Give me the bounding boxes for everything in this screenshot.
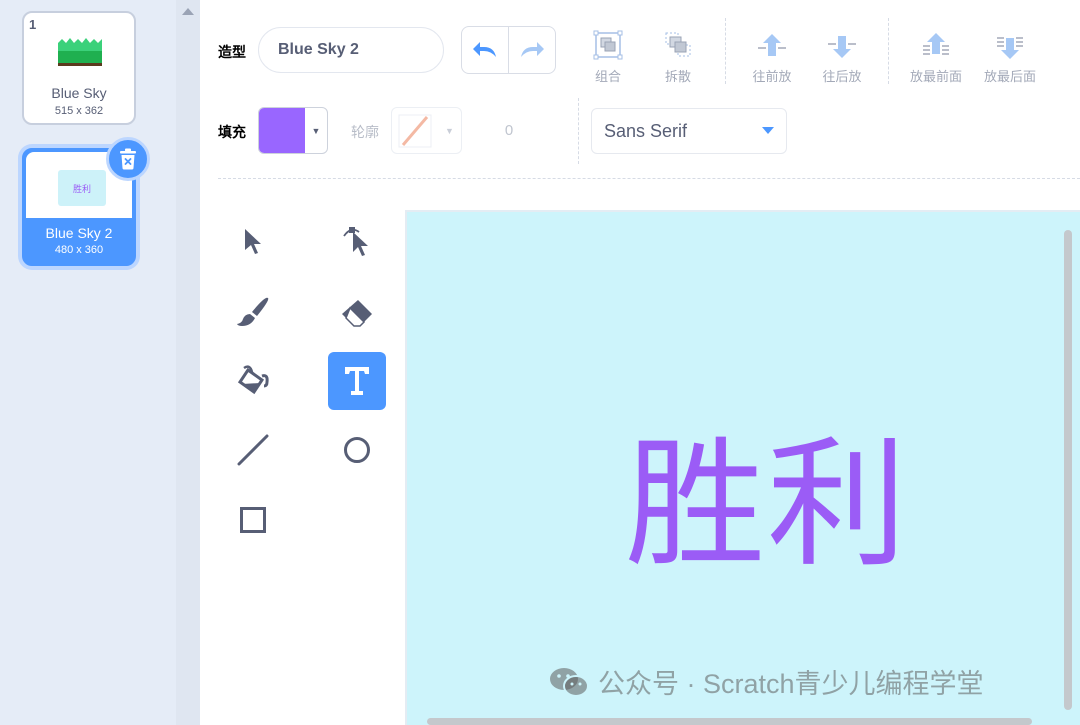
redo-button[interactable] [509, 27, 555, 73]
costume-name: Blue Sky [51, 85, 107, 101]
undo-button[interactable] [462, 27, 509, 73]
reshape-icon [343, 227, 368, 256]
costume-thumbnail: 胜利 [58, 170, 106, 206]
text-icon [345, 367, 369, 395]
canvas-text-object[interactable]: 胜利 [625, 392, 909, 594]
costume-size: 480 x 360 [54, 244, 104, 256]
rectangle-tool[interactable] [224, 491, 282, 549]
redo-icon [521, 42, 544, 57]
toolbar-divider [725, 18, 726, 84]
forward-label: 往前放 [752, 69, 792, 84]
fill-color-picker[interactable]: ▼ [258, 107, 328, 154]
line-icon [237, 434, 269, 466]
fill-dropdown-icon: ▼ [311, 125, 321, 136]
undo-icon [473, 42, 496, 57]
ungroup-label: 拆散 [664, 69, 691, 84]
costume-item-1[interactable]: 1 Blue Sky 515 x 362 [22, 11, 136, 125]
fill-color-swatch [259, 108, 305, 153]
group-button[interactable]: 组合 [572, 24, 644, 85]
front-button[interactable]: 放最前面 [900, 24, 972, 85]
watermark-text: 公众号 · Scratch青少儿编程学堂 [598, 669, 984, 699]
costume-list-scrollbar[interactable] [176, 0, 200, 725]
costume-number: 1 [29, 17, 37, 32]
outline-color-picker[interactable]: ▼ [391, 107, 462, 154]
canvas-horizontal-scrollbar[interactable] [427, 718, 1032, 725]
back-button[interactable]: 放最后面 [974, 24, 1046, 85]
ungroup-button[interactable]: 拆散 [642, 24, 714, 85]
costume-label: 造型 [218, 44, 246, 60]
to-back-icon [997, 37, 1023, 59]
brush-tool[interactable] [224, 284, 282, 342]
forward-icon [758, 34, 786, 56]
brush-icon [237, 297, 269, 326]
eraser-tool[interactable] [328, 284, 386, 342]
forward-button[interactable]: 往前放 [736, 24, 808, 85]
chevron-down-icon [762, 127, 774, 134]
toolbar-divider [888, 18, 889, 84]
reshape-tool[interactable] [328, 213, 386, 271]
costume-size: 515 x 362 [54, 105, 104, 117]
backward-button[interactable]: 往后放 [806, 24, 878, 85]
fill-label: 填充 [218, 124, 246, 140]
font-select[interactable]: Sans Serif [591, 108, 787, 154]
front-label: 放最前面 [909, 69, 962, 84]
outline-dropdown-icon: ▼ [445, 125, 454, 136]
ungroup-icon [665, 32, 691, 57]
group-icon [593, 30, 623, 60]
backward-icon [828, 36, 856, 58]
costume-thumbnail [58, 38, 102, 66]
fill-icon [237, 365, 269, 395]
toolbar-divider [578, 98, 579, 164]
scroll-up-arrow-icon[interactable] [182, 8, 194, 15]
to-front-icon [923, 33, 949, 55]
fill-tool[interactable] [224, 352, 282, 410]
line-tool[interactable] [224, 421, 282, 479]
delete-costume-button[interactable] [106, 137, 150, 181]
costume-name-input[interactable]: Blue Sky 2 [258, 27, 444, 73]
costume-name: Blue Sky 2 [45, 225, 113, 241]
outline-label: 轮廓 [351, 124, 379, 140]
undo-redo-group [461, 26, 556, 74]
watermark: 公众号 · Scratch青少儿编程学堂 [548, 662, 984, 701]
back-label: 放最后面 [983, 69, 1036, 84]
backward-label: 往后放 [822, 69, 862, 84]
canvas-vertical-scrollbar[interactable] [1064, 230, 1072, 710]
circle-tool[interactable] [328, 421, 386, 479]
rectangle-icon [240, 507, 266, 533]
costume-list: 1 Blue Sky 515 x 362 胜利 2 Blue Sky 2 480… [0, 0, 176, 725]
outline-width-input[interactable]: 0 [476, 107, 542, 154]
costume-number: 2 [30, 155, 38, 170]
outline-none-icon [392, 108, 438, 153]
circle-icon [344, 437, 370, 463]
wechat-icon [550, 667, 589, 697]
text-tool[interactable] [328, 352, 386, 410]
toolbar-separator [218, 178, 1080, 179]
eraser-icon [342, 300, 372, 327]
trash-icon [120, 148, 136, 170]
paint-canvas[interactable]: 胜利 [405, 210, 1080, 725]
select-icon [245, 229, 261, 254]
font-select-value: Sans Serif [604, 121, 688, 141]
select-tool[interactable] [224, 213, 282, 271]
group-label: 组合 [594, 69, 621, 84]
